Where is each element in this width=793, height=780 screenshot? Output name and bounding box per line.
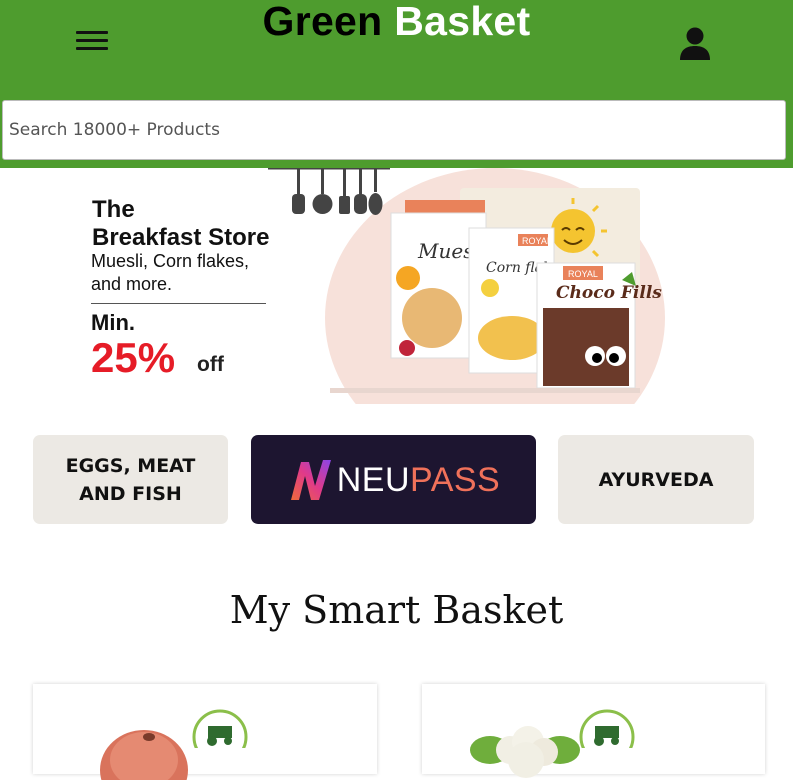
banner-min-label: Min. (91, 310, 135, 335)
banner-title: The Breakfast Store (92, 196, 269, 252)
organic-badge-icon (192, 709, 248, 748)
royal-badge-3: ROYAL (568, 269, 598, 279)
promo-banner[interactable]: The Breakfast Store Muesli, Corn flakes,… (0, 168, 793, 404)
banner-discount: 25% (91, 334, 176, 381)
neupass-pass: PASS (410, 460, 501, 499)
category-eggs-meat-fish[interactable]: EGGS, MEAT AND FISH (33, 435, 228, 524)
neupass-logo-icon (290, 459, 331, 500)
neupass-wordmark: NEUPASS (337, 463, 500, 497)
breakfast-products-illustration: Muesli Corn flakes ROYAL Choco Fills ROY… (268, 168, 665, 404)
category-ayurveda-label: AYURVEDA (598, 468, 714, 491)
category-ayurveda[interactable]: AYURVEDA (558, 435, 754, 524)
menu-line (76, 47, 108, 50)
user-account-icon[interactable] (678, 26, 712, 62)
search-input[interactable] (2, 100, 786, 160)
banner-divider (91, 303, 266, 304)
neupass-neu: NEU (336, 460, 411, 499)
product-card[interactable] (422, 684, 765, 778)
royal-badge-2: ROYAL (522, 236, 552, 246)
brand-logo[interactable]: Green Basket (0, 0, 793, 45)
product-card[interactable] (33, 684, 377, 780)
organic-badge-icon (579, 709, 635, 748)
banner-subtitle: Muesli, Corn flakes, and more. (91, 251, 250, 294)
banner-off-label: off (197, 353, 224, 376)
category-eggs-meat-fish-label: EGGS, MEAT AND FISH (65, 454, 196, 505)
cauliflower-product-image (470, 726, 580, 778)
section-title: My Smart Basket (229, 588, 564, 632)
banner-title-line1: The (92, 196, 135, 223)
category-neupass[interactable]: NEUPASS (251, 435, 536, 524)
onion-product-image (100, 730, 188, 780)
chocofills-pack-label: Choco Fills (556, 283, 662, 303)
banner-title-line2: Breakfast Store (92, 224, 270, 251)
brand-part2: Basket (394, 0, 531, 44)
brand-part1: Green (262, 0, 383, 44)
